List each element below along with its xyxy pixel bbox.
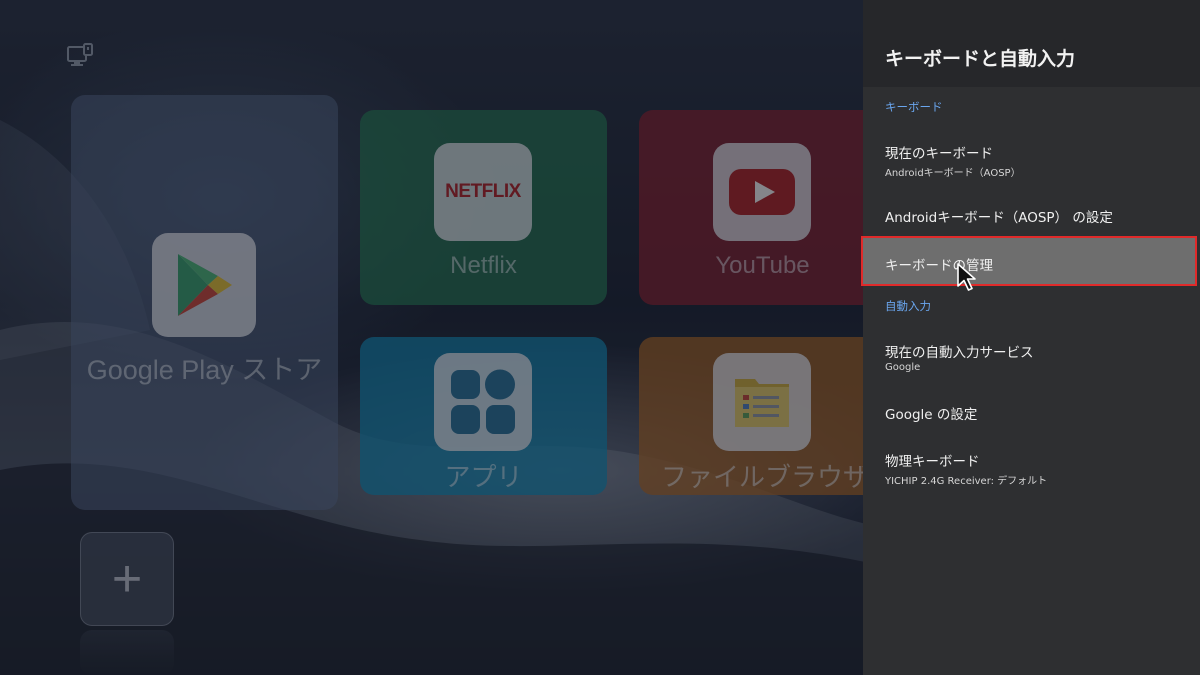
setting-current-autofill-service[interactable]: 現在の自動入力サービス Google: [863, 328, 1200, 384]
setting-title: 現在のキーボード: [885, 146, 993, 162]
setting-manage-keyboards[interactable]: キーボードの管理: [861, 236, 1197, 286]
setting-google-settings[interactable]: Google の設定: [863, 390, 1200, 436]
mouse-pointer-icon: [957, 263, 976, 291]
setting-physical-keyboard[interactable]: 物理キーボード YICHIP 2.4G Receiver: デフォルト: [863, 438, 1200, 494]
section-header-keyboard: キーボード: [885, 100, 943, 114]
setting-title: 物理キーボード: [885, 454, 980, 470]
setting-title: Androidキーボード（AOSP） の設定: [885, 210, 1113, 226]
settings-panel: キーボードと自動入力 キーボード 現在のキーボード Androidキーボード（A…: [861, 0, 1200, 675]
setting-value: Androidキーボード（AOSP）: [885, 168, 1021, 179]
setting-title: Google の設定: [885, 407, 978, 423]
setting-aosp-keyboard-settings[interactable]: Androidキーボード（AOSP） の設定: [863, 190, 1200, 236]
section-header-autofill: 自動入力: [885, 299, 931, 313]
panel-title: キーボードと自動入力: [885, 48, 1076, 70]
setting-current-keyboard[interactable]: 現在のキーボード Androidキーボード（AOSP）: [863, 130, 1200, 186]
setting-value: YICHIP 2.4G Receiver: デフォルト: [885, 476, 1048, 487]
panel-header: キーボードと自動入力: [863, 0, 1200, 87]
setting-title: 現在の自動入力サービス: [885, 345, 1034, 361]
setting-value: Google: [885, 362, 921, 373]
